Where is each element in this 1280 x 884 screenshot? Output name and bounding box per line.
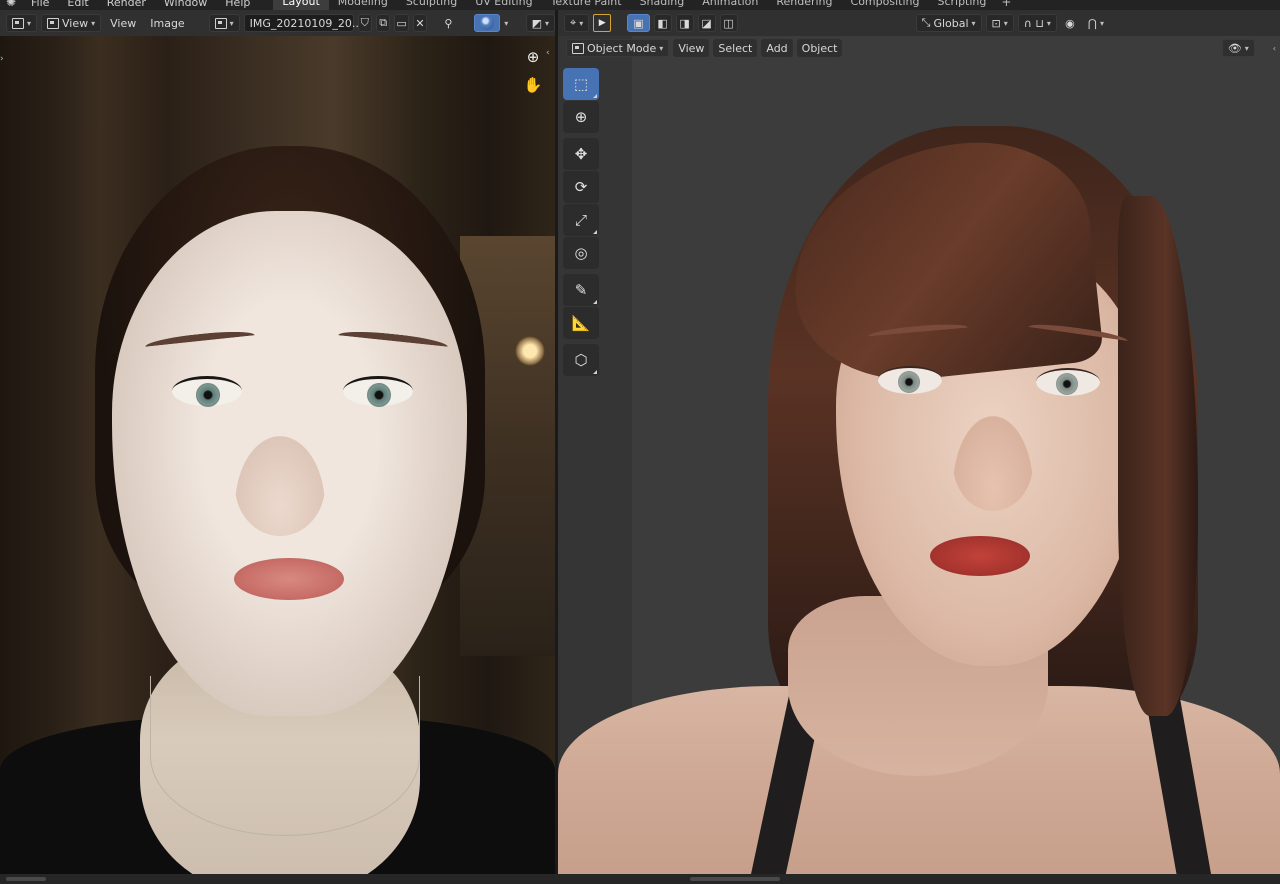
tab-modeling[interactable]: Modeling [329, 0, 397, 10]
snap-icon[interactable]: ∩ ⊔ ▾ [1017, 14, 1057, 32]
orientation-icon: ⤡ [921, 16, 931, 29]
transform-orientation-label: Global [933, 16, 969, 30]
editor-type-button[interactable]: ▾ [6, 14, 38, 32]
viewport-header: ⌖ ▾ ▶ ▣ ◧ ◨ ◪ ◫ ⤡ Global ▾ ⊡ ▾ ∩ ⊔ ▾ ◉ ⋂ ▾ [558, 10, 1280, 36]
menu-file[interactable]: File [22, 0, 58, 9]
blender-logo-icon[interactable]: ✺ [0, 0, 22, 9]
select-extend-button[interactable]: ◧ [653, 14, 672, 32]
tab-uv-editing[interactable]: UV Editing [466, 0, 541, 10]
image-name: IMG_20210109_20... [249, 16, 363, 30]
rotate-icon[interactable]: ⟳ [563, 171, 599, 203]
close-icon[interactable]: ✕ [412, 14, 428, 32]
annotate-icon[interactable]: ✎ [563, 274, 599, 306]
tab-shading[interactable]: Shading [631, 0, 694, 10]
transform-orientation-dropdown[interactable]: ⤡ Global ▾ [915, 14, 982, 32]
folder-icon[interactable]: ▭ [394, 14, 409, 32]
view-mode-label: View [62, 16, 89, 30]
menu-window[interactable]: Window [155, 0, 216, 9]
plus-icon[interactable]: + [995, 0, 1017, 9]
tab-rendering[interactable]: Rendering [767, 0, 841, 10]
tab-texture-paint[interactable]: Texture Paint [542, 0, 631, 10]
menu-edit[interactable]: Edit [58, 0, 97, 9]
select-intersect-button[interactable]: ◫ [719, 14, 738, 32]
menu-render[interactable]: Render [98, 0, 155, 9]
3d-viewport-canvas[interactable] [558, 36, 1280, 874]
menu-image[interactable]: Image [145, 14, 189, 32]
select-new-button[interactable]: ▣ [627, 14, 650, 32]
tab-animation[interactable]: Animation [693, 0, 767, 10]
falloff-icon[interactable]: ⋂ ▾ [1083, 14, 1109, 32]
display-channels-button[interactable]: ◩ ▾ [525, 14, 555, 32]
viewport-menu-select[interactable]: Select [713, 39, 758, 57]
top-bar: ✺ File Edit Render Window Help Layout Mo… [0, 0, 1280, 10]
object-mode-label: Object Mode [587, 41, 657, 55]
transform-pivot-icon[interactable]: ⊡ ▾ [985, 14, 1014, 32]
sidebar-toggle-icon[interactable]: ‹ [1273, 44, 1276, 53]
viewport-editor-icon: ⌖ [570, 16, 577, 29]
viewport-editor-type-button[interactable]: ⌖ ▾ [564, 14, 590, 32]
select-subtract-button[interactable]: ◨ [675, 14, 694, 32]
select-mode-icon[interactable]: ▶ [593, 14, 612, 32]
status-bar [0, 874, 1280, 884]
viewport-subheader: Object Mode ▾ View Select Add Object 👁 ▾ ‹ [558, 36, 1280, 60]
view-mode-dropdown[interactable]: View ▾ [41, 14, 102, 32]
editor-type-icon [12, 17, 24, 29]
hand-pan-icon[interactable]: ✋ [524, 76, 543, 94]
transform-icon[interactable]: ◎ [563, 237, 599, 269]
select-invert-button[interactable]: ◪ [697, 14, 716, 32]
scale-icon[interactable]: ⤢ [563, 204, 599, 236]
proportional-edit-icon[interactable]: ◉ [1061, 14, 1079, 32]
image-browse-icon [214, 17, 227, 29]
duplicate-icon[interactable]: ⧉ [375, 14, 391, 32]
overlay-dropdown-icon[interactable]: ▾ [504, 19, 508, 28]
add-cube-icon[interactable]: ⬡ [563, 344, 599, 376]
tab-sculpting[interactable]: Sculpting [397, 0, 466, 10]
display-channels-icon: ◩ [531, 16, 542, 30]
overlay-toggle[interactable] [474, 14, 501, 32]
tab-compositing[interactable]: Compositing [842, 0, 929, 10]
object-mode-dropdown[interactable]: Object Mode ▾ [566, 39, 670, 57]
image-editor-canvas[interactable]: › ‹ ⊕ ✋ [0, 36, 555, 874]
region-toggle-left-icon[interactable]: › [0, 54, 4, 64]
select-box-icon[interactable]: ⬚ [563, 68, 599, 100]
measure-icon[interactable]: 📐 [563, 307, 599, 339]
region-toggle-right-icon[interactable]: ‹ [546, 48, 550, 58]
pin-icon[interactable]: ⚲ [441, 14, 455, 32]
tab-layout[interactable]: Layout [273, 0, 329, 10]
menu-view[interactable]: View [105, 14, 141, 32]
image-browse-button[interactable]: ▾ [208, 14, 240, 32]
object-mode-icon [572, 42, 584, 54]
viewport-toolbar: ⬚ ⊕ ✥ ⟳ ⤢ ◎ ✎ 📐 ⬡ [563, 68, 601, 377]
visibility-icon[interactable]: 👁 ▾ [1221, 39, 1255, 57]
viewport-menu-add[interactable]: Add [761, 39, 793, 57]
zoom-icon[interactable]: ⊕ [524, 48, 542, 66]
image-name-field[interactable]: IMG_20210109_20... [243, 14, 362, 32]
viewport-menu-view[interactable]: View [673, 39, 710, 57]
viewport-menu-object[interactable]: Object [796, 39, 843, 57]
image-editor-header: ▾ View ▾ View Image ▾ IMG_20210109_20... … [0, 10, 555, 36]
move-icon[interactable]: ✥ [563, 138, 599, 170]
cursor-icon[interactable]: ⊕ [563, 101, 599, 133]
tab-scripting[interactable]: Scripting [928, 0, 995, 10]
view-mode-icon [47, 17, 60, 29]
overlay-sphere-icon [480, 16, 495, 30]
menu-help[interactable]: Help [216, 0, 259, 9]
shield-icon[interactable]: ⛉ [357, 14, 372, 32]
